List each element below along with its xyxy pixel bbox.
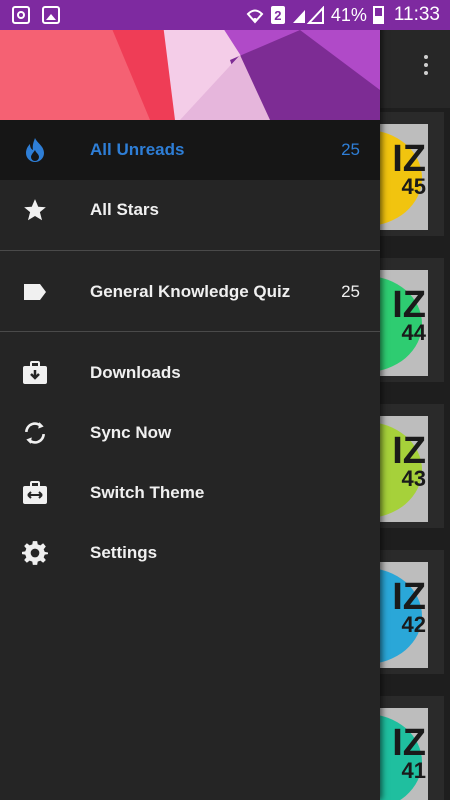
nav-item-label: Sync Now — [90, 423, 172, 442]
instagram-icon — [12, 6, 30, 24]
status-bar: 2 41% 11:33 — [0, 0, 450, 30]
download-box-icon — [22, 360, 48, 386]
sim-slot-badge: 2 — [270, 6, 285, 24]
nav-item-general-knowledge-quiz[interactable]: General Knowledge Quiz 25 — [0, 262, 380, 322]
nav-item-downloads[interactable]: Downloads — [0, 343, 380, 403]
sync-icon — [22, 420, 48, 446]
quiz-number: 44 — [401, 320, 426, 345]
nav-item-label: Switch Theme — [90, 483, 205, 502]
battery-percent: 41% — [330, 4, 367, 25]
fire-icon — [22, 137, 48, 163]
label-count: 25 — [341, 282, 360, 301]
star-icon — [22, 197, 48, 223]
theme-switch-icon — [22, 480, 48, 506]
signal-icon — [292, 6, 324, 24]
nav-item-label: General Knowledge Quiz — [90, 282, 291, 301]
quiz-number: 45 — [401, 174, 426, 199]
clock-time: 11:33 — [393, 4, 440, 25]
label-icon — [22, 279, 48, 305]
nav-item-label: Settings — [90, 543, 158, 562]
gear-icon — [22, 540, 48, 566]
quiz-number: 41 — [401, 758, 426, 783]
nav-item-settings[interactable]: Settings — [0, 523, 380, 583]
quiz-number: 43 — [401, 466, 426, 491]
overflow-menu-icon[interactable] — [424, 55, 430, 75]
gallery-icon — [42, 6, 60, 24]
battery-icon — [372, 6, 384, 24]
nav-item-label: All Stars — [90, 200, 159, 219]
divider — [0, 331, 380, 332]
nav-item-switch-theme[interactable]: Switch Theme — [0, 463, 380, 523]
divider — [0, 250, 380, 251]
nav-item-label: All Unreads — [90, 140, 185, 159]
wifi-icon — [246, 9, 264, 24]
nav-item-sync-now[interactable]: Sync Now — [0, 403, 380, 463]
unread-count: 25 — [341, 140, 360, 159]
quiz-number: 42 — [401, 612, 426, 637]
nav-item-all-stars[interactable]: All Stars — [0, 180, 380, 240]
nav-item-label: Downloads — [90, 363, 181, 382]
navigation-drawer: All Unreads 25 All Stars General Knowled… — [0, 0, 380, 800]
nav-item-all-unreads[interactable]: All Unreads 25 — [0, 120, 380, 180]
